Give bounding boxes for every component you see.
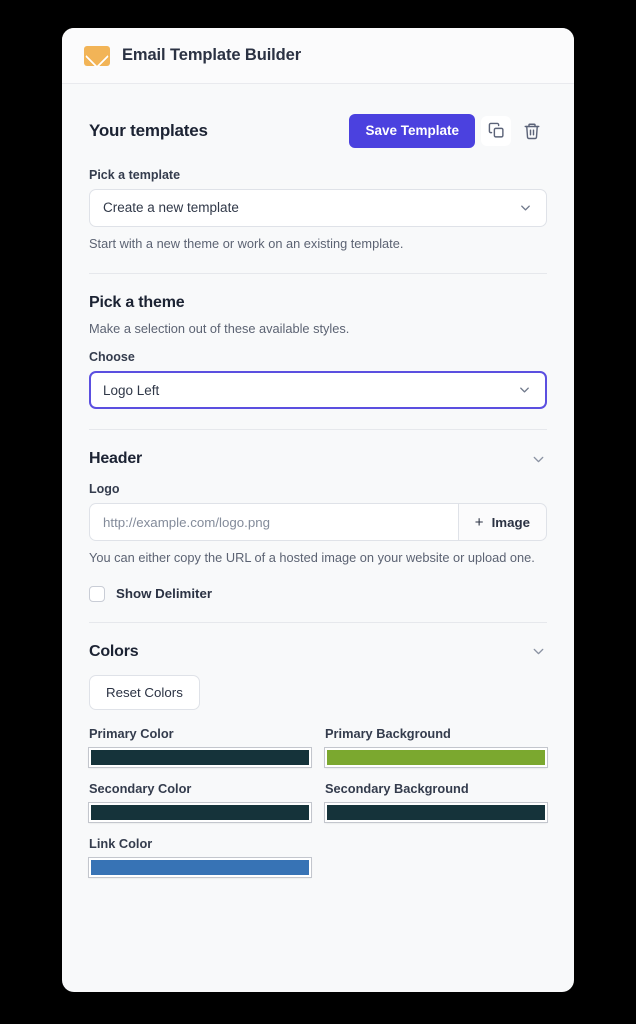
your-templates-heading: Your templates — [89, 120, 208, 140]
color-swatch[interactable] — [325, 802, 547, 822]
logo-helper: You can either copy the URL of a hosted … — [89, 550, 535, 566]
choose-label: Choose — [89, 350, 135, 365]
pick-a-template-helper: Start with a new theme or work on an exi… — [89, 235, 404, 251]
choose-theme-field: Choose Logo Left — [89, 350, 547, 410]
show-delimiter-checkbox[interactable] — [89, 585, 105, 602]
color-label: Secondary Background — [325, 780, 469, 796]
color-swatch-grid: Primary Color Primary Background Seconda… — [89, 726, 547, 891]
template-select[interactable]: Create a new template — [89, 188, 547, 227]
copy-icon[interactable] — [481, 115, 511, 146]
chevron-down-icon — [518, 200, 533, 215]
add-image-button[interactable]: + Image — [457, 503, 547, 542]
card-body: Your templates Save Template Pick a temp… — [62, 84, 574, 992]
theme-select[interactable]: Logo Left — [89, 371, 547, 410]
colors-section-heading: Colors — [89, 642, 139, 660]
templates-actions: Save Template — [349, 114, 547, 148]
color-item: Link Color — [89, 836, 311, 877]
color-swatch[interactable] — [89, 802, 311, 822]
logo-field: Logo + Image You can either copy the URL… — [89, 482, 547, 568]
color-swatch[interactable] — [325, 747, 547, 767]
chevron-down-icon[interactable] — [530, 643, 547, 660]
color-label: Primary Color — [89, 725, 174, 741]
color-label: Link Color — [89, 835, 153, 851]
logo-url-input[interactable] — [89, 503, 458, 542]
envelope-icon — [84, 45, 110, 66]
chevron-down-icon[interactable] — [530, 451, 547, 468]
color-item: Secondary Color — [89, 781, 311, 822]
logo-label: Logo — [89, 482, 120, 497]
app-title: Email Template Builder — [122, 46, 302, 64]
show-delimiter-row[interactable]: Show Delimiter — [89, 585, 547, 602]
pick-a-theme-subtitle: Make a selection out of these available … — [89, 321, 350, 337]
color-swatch[interactable] — [89, 857, 311, 877]
show-delimiter-label: Show Delimiter — [116, 586, 213, 602]
app-header: Email Template Builder — [62, 28, 574, 84]
color-item: Primary Color — [89, 726, 311, 767]
chevron-down-icon — [517, 383, 532, 398]
logo-input-group: + Image — [89, 503, 547, 542]
template-select-value: Create a new template — [103, 200, 239, 215]
color-label: Secondary Color — [89, 780, 192, 796]
color-item: Secondary Background — [325, 781, 547, 822]
pick-a-theme-heading: Pick a theme — [89, 294, 185, 312]
add-image-label: Image — [491, 514, 530, 530]
pick-a-template-label: Pick a template — [89, 167, 181, 182]
pick-a-template-field: Pick a template Create a new template St… — [89, 168, 547, 254]
screen: Email Template Builder Your templates Sa… — [0, 0, 636, 1024]
reset-colors-button[interactable]: Reset Colors — [89, 674, 200, 710]
plus-icon: + — [474, 513, 484, 531]
your-templates-row: Your templates Save Template — [89, 84, 547, 154]
colors-section-header[interactable]: Colors — [89, 623, 547, 661]
color-swatch[interactable] — [89, 747, 311, 767]
color-item: Primary Background — [325, 726, 547, 767]
color-label: Primary Background — [325, 725, 451, 741]
header-section-header[interactable]: Header — [89, 430, 547, 468]
trash-icon[interactable] — [517, 116, 547, 146]
header-section-heading: Header — [89, 450, 143, 468]
save-template-button[interactable]: Save Template — [349, 114, 475, 148]
theme-select-value: Logo Left — [103, 382, 160, 398]
pick-a-theme-header: Pick a theme — [89, 274, 547, 312]
email-template-builder-card: Email Template Builder Your templates Sa… — [62, 28, 574, 992]
